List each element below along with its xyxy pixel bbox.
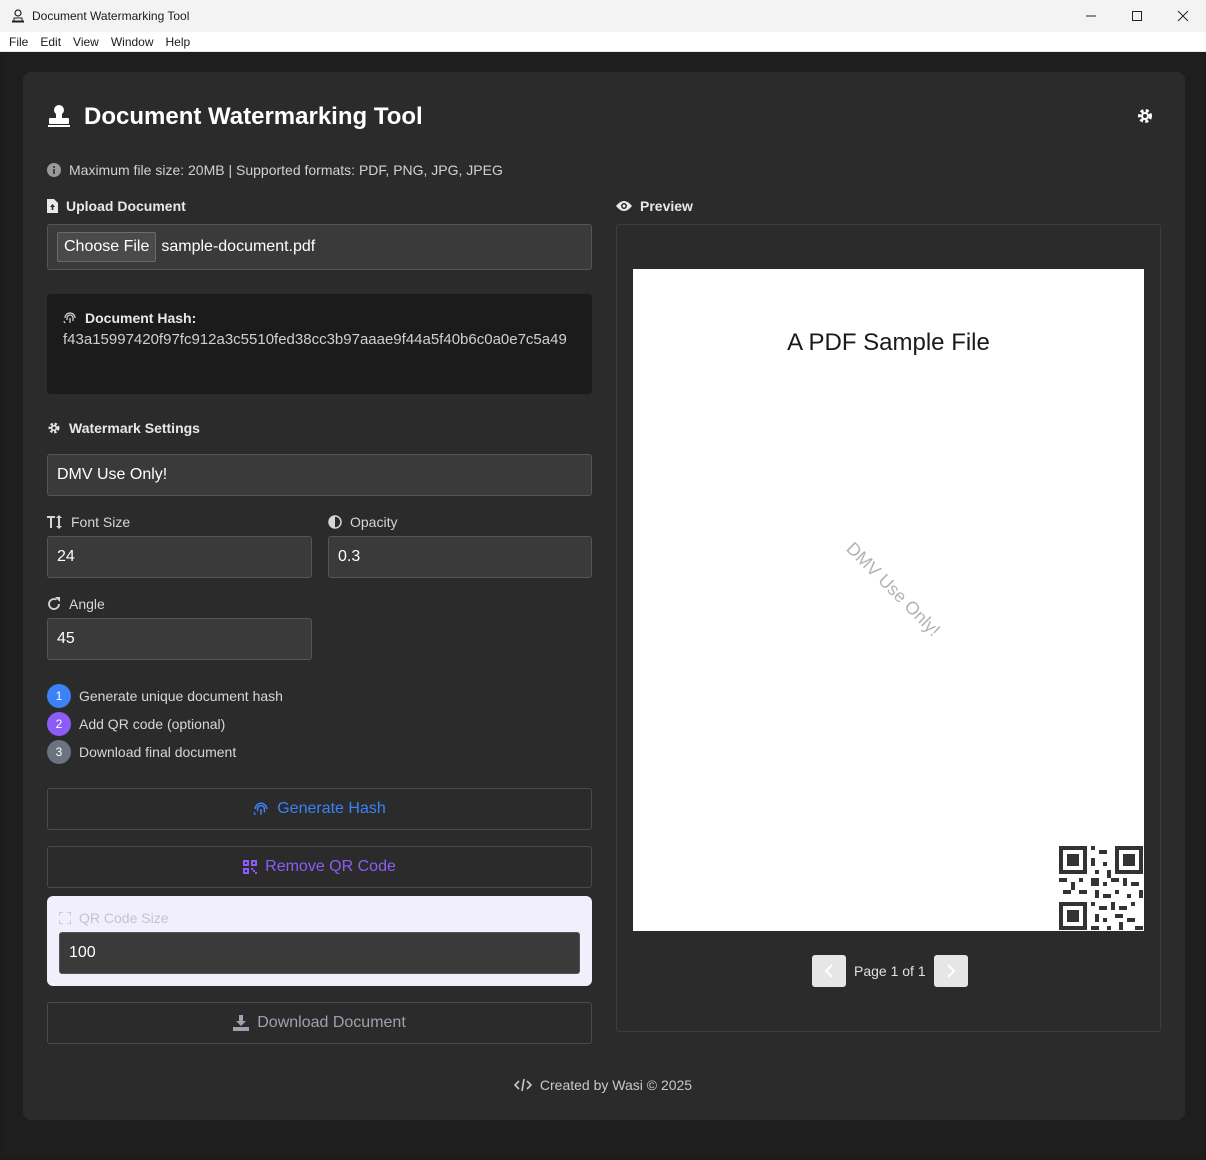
menu-file[interactable]: File bbox=[9, 35, 28, 49]
fingerprint-icon bbox=[63, 312, 76, 324]
next-page-button[interactable] bbox=[933, 955, 968, 987]
watermark-settings-label: Watermark Settings bbox=[47, 420, 200, 436]
expand-icon bbox=[59, 912, 71, 924]
pdf-preview-page: A PDF Sample File DMV Use Only! bbox=[633, 269, 1144, 931]
window-title: Document Watermarking Tool bbox=[32, 9, 190, 23]
qrcode-icon bbox=[243, 860, 258, 874]
step-3: 3 Download final document bbox=[47, 740, 236, 764]
angle-input[interactable]: 45 bbox=[47, 618, 312, 660]
menu-edit[interactable]: Edit bbox=[40, 35, 61, 49]
opacity-input[interactable]: 0.3 bbox=[328, 536, 592, 578]
chevron-right-icon bbox=[946, 964, 956, 978]
opacity-label: Opacity bbox=[328, 514, 397, 530]
rotate-icon bbox=[48, 597, 60, 610]
stamp-icon bbox=[12, 9, 26, 23]
step-number-badge: 3 bbox=[47, 740, 71, 764]
file-input[interactable]: Choose File sample-document.pdf bbox=[47, 224, 592, 270]
footer: Created by Wasi © 2025 bbox=[0, 1077, 1206, 1093]
menu-window[interactable]: Window bbox=[111, 35, 154, 49]
qr-size-input[interactable]: 100 bbox=[59, 932, 580, 974]
step-label: Download final document bbox=[79, 744, 237, 760]
pdf-title: A PDF Sample File bbox=[787, 329, 990, 356]
footer-text: Created by Wasi © 2025 bbox=[539, 1077, 693, 1093]
hash-title: Document Hash: bbox=[63, 310, 576, 326]
contrast-icon bbox=[328, 515, 342, 529]
chevron-left-icon bbox=[824, 964, 833, 978]
qr-size-panel: QR Code Size 100 bbox=[47, 896, 592, 986]
choose-file-button[interactable]: Choose File bbox=[57, 232, 157, 262]
menu-bar: File Edit View Window Help bbox=[0, 32, 1206, 52]
upload-section-label: Upload Document bbox=[47, 198, 186, 214]
step-number-badge: 1 bbox=[47, 684, 71, 708]
maximize-icon[interactable] bbox=[1114, 0, 1160, 32]
gear-icon bbox=[48, 422, 60, 434]
close-icon[interactable] bbox=[1160, 0, 1206, 32]
gear-icon[interactable] bbox=[1136, 107, 1154, 125]
menu-help[interactable]: Help bbox=[166, 35, 191, 49]
file-info-text: Maximum file size: 20MB | Supported form… bbox=[69, 162, 503, 178]
qr-size-label: QR Code Size bbox=[59, 910, 168, 926]
text-height-icon bbox=[47, 515, 62, 529]
remove-qr-button[interactable]: Remove QR Code bbox=[47, 846, 592, 888]
page-indicator: Page 1 of 1 bbox=[854, 963, 926, 979]
file-upload-icon bbox=[47, 199, 58, 213]
minimize-icon[interactable] bbox=[1068, 0, 1114, 32]
step-label: Add QR code (optional) bbox=[79, 716, 226, 732]
file-name: sample-document.pdf bbox=[161, 238, 316, 255]
angle-label: Angle bbox=[47, 596, 105, 612]
preview-label: Preview bbox=[616, 198, 693, 214]
step-1: 1 Generate unique document hash bbox=[47, 684, 283, 708]
hash-value: f43a15997420f97fc912a3c5510fed38cc3b97aa… bbox=[63, 331, 567, 348]
font-size-label: Font Size bbox=[47, 514, 130, 530]
watermark-preview: DMV Use Only! bbox=[842, 538, 945, 641]
info-icon bbox=[47, 163, 61, 177]
file-info: Maximum file size: 20MB | Supported form… bbox=[47, 162, 503, 178]
download-document-button[interactable]: Download Document bbox=[47, 1002, 592, 1044]
page-title: Document Watermarking Tool bbox=[84, 103, 423, 130]
eye-icon bbox=[616, 201, 632, 211]
menu-view[interactable]: View bbox=[73, 35, 99, 49]
download-icon bbox=[233, 1015, 250, 1031]
watermark-text-input[interactable]: DMV Use Only! bbox=[47, 454, 592, 496]
fingerprint-icon bbox=[253, 802, 268, 816]
stamp-icon bbox=[47, 104, 71, 128]
hash-panel: Document Hash: f43a15997420f97fc912a3c55… bbox=[47, 294, 592, 394]
step-number-badge: 2 bbox=[47, 712, 71, 736]
step-2: 2 Add QR code (optional) bbox=[47, 712, 225, 736]
qr-code-image bbox=[1059, 846, 1143, 930]
generate-hash-button[interactable]: Generate Hash bbox=[47, 788, 592, 830]
pagination: Page 1 of 1 bbox=[812, 955, 968, 987]
font-size-input[interactable]: 24 bbox=[47, 536, 312, 578]
step-label: Generate unique document hash bbox=[79, 688, 283, 704]
code-icon bbox=[513, 1078, 532, 1092]
prev-page-button[interactable] bbox=[812, 955, 846, 987]
window-titlebar: Document Watermarking Tool bbox=[0, 0, 1206, 32]
